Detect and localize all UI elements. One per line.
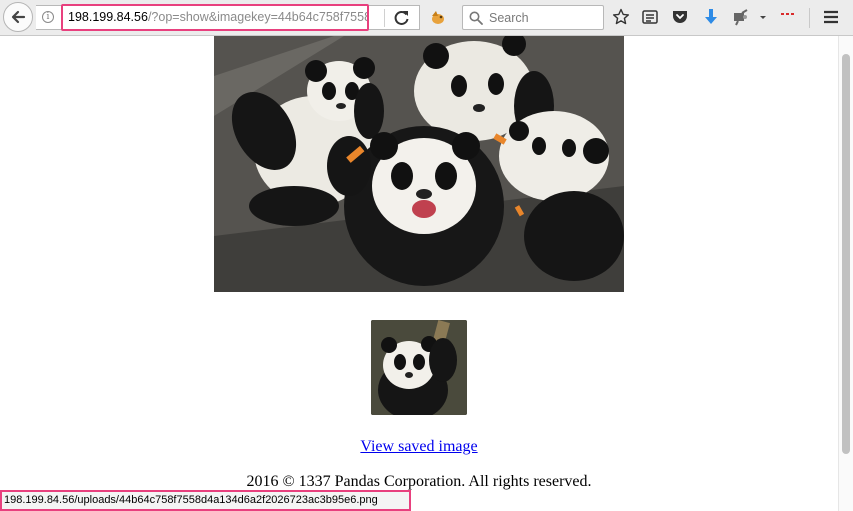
extension-puzzle-icon[interactable] [732, 8, 750, 26]
back-button[interactable] [3, 2, 33, 32]
reload-icon[interactable] [392, 9, 412, 27]
vertical-scrollbar[interactable] [838, 36, 853, 511]
search-placeholder: Search [489, 11, 529, 25]
main-panda-image [214, 36, 624, 292]
urlbar-divider [384, 9, 385, 27]
view-saved-image-link[interactable]: View saved image [0, 438, 838, 456]
pocket-icon[interactable] [671, 8, 689, 26]
saved-thumbnail-image[interactable] [371, 320, 467, 415]
hamburger-menu-icon[interactable] [822, 8, 840, 26]
back-arrow-icon [11, 10, 26, 24]
extension-icon[interactable] [428, 8, 448, 28]
download-icon[interactable] [702, 8, 720, 26]
info-icon[interactable]: i [42, 11, 54, 23]
reading-list-icon[interactable] [641, 8, 659, 26]
address-bar[interactable]: i 198.199.84.56/?op=show&imagekey=44b64c… [36, 4, 420, 31]
url-path: /?op=show&imagekey=44b64c758f7558d4a134d… [147, 10, 367, 24]
thumbnail-illustration [371, 320, 467, 415]
search-bar[interactable]: Search [462, 5, 604, 30]
toolbar-divider [809, 8, 810, 28]
bookmark-star-icon[interactable] [612, 8, 630, 26]
panda-photo-illustration [214, 36, 624, 292]
footer-copyright: 2016 © 1337 Pandas Corporation. All righ… [246, 473, 592, 490]
status-bar-url: 198.199.84.56/uploads/44b64c758f7558d4a1… [0, 490, 411, 511]
more-tools-icon[interactable] [778, 8, 798, 26]
browser-toolbar: i 198.199.84.56/?op=show&imagekey=44b64c… [0, 0, 853, 36]
page-content: View saved image 2016 © 1337 Pandas Corp… [0, 36, 838, 511]
dropdown-arrow-icon[interactable] [758, 8, 768, 26]
url-host: 198.199.84.56 [68, 10, 148, 24]
url-text[interactable]: 198.199.84.56/?op=show&imagekey=44b64c75… [61, 4, 369, 31]
scrollbar-thumb[interactable] [842, 54, 850, 454]
search-icon [469, 11, 483, 25]
